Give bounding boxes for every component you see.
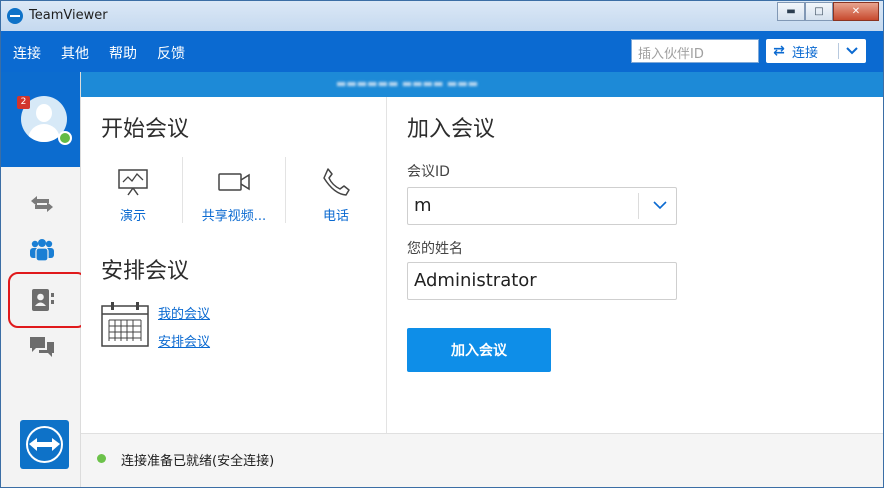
- teamviewer-logo-icon: [7, 8, 23, 24]
- status-bar: 连接准备已就绪(安全连接): [81, 433, 883, 487]
- chevron-down-icon[interactable]: [648, 192, 672, 218]
- your-name-label: 您的姓名: [407, 241, 463, 257]
- your-name-input[interactable]: Administrator: [407, 262, 677, 300]
- connect-label: 连接: [792, 45, 819, 61]
- notification-badge: 2: [17, 96, 30, 109]
- online-status-icon: [58, 131, 72, 145]
- presentation-action[interactable]: 演示: [85, 165, 181, 224]
- menu-bar: 连接 其他 帮助 反馈 插入伙伴ID ⇄ 连接: [1, 31, 883, 72]
- divider: [285, 157, 286, 223]
- meeting-icon[interactable]: [27, 238, 57, 262]
- schedule-title: 安排会议: [101, 259, 190, 284]
- menu-item-feedback[interactable]: 反馈: [157, 43, 185, 63]
- remote-control-icon[interactable]: [27, 192, 57, 216]
- menu-item-connect[interactable]: 连接: [13, 43, 41, 63]
- chevron-down-icon[interactable]: [839, 45, 865, 58]
- start-meeting-panel: 开始会议 演示 共享视频... 电话 安排会议 我的会议 安排会议: [81, 97, 387, 433]
- meeting-id-label: 会议ID: [407, 164, 450, 180]
- join-meeting-title: 加入会议: [407, 117, 496, 142]
- presentation-label: 演示: [119, 209, 146, 224]
- meeting-id-value: m: [414, 195, 432, 216]
- connect-button[interactable]: ⇄ 连接: [766, 39, 866, 63]
- sidebar: 2: [1, 72, 87, 487]
- close-button[interactable]: ✕: [833, 2, 879, 21]
- join-meeting-panel: 加入会议 会议ID m 您的姓名 Administrator 加入会议: [387, 97, 883, 433]
- minimize-button[interactable]: ▬: [777, 2, 805, 21]
- phone-action[interactable]: 电话: [288, 165, 384, 224]
- phone-icon: [288, 165, 384, 199]
- title-bar: TeamViewer ▬ □ ✕: [1, 1, 883, 31]
- join-meeting-button[interactable]: 加入会议: [407, 328, 551, 372]
- menu-item-help[interactable]: 帮助: [109, 43, 137, 63]
- status-text: 连接准备已就绪(安全连接): [121, 454, 275, 469]
- menu-item-other[interactable]: 其他: [61, 43, 89, 63]
- window-title: TeamViewer: [29, 8, 108, 23]
- combo-divider: [638, 193, 639, 219]
- swap-arrows-icon: ⇄: [773, 43, 785, 59]
- schedule-meeting-link[interactable]: 安排会议: [158, 331, 210, 350]
- meeting-id-combobox[interactable]: m: [407, 187, 677, 225]
- maximize-button[interactable]: □: [805, 2, 833, 21]
- phone-label: 电话: [322, 209, 349, 224]
- chat-icon[interactable]: [27, 335, 57, 359]
- ready-status-icon: [97, 454, 106, 463]
- share-video-label: 共享视频...: [201, 209, 267, 224]
- teamviewer-window: TeamViewer ▬ □ ✕ 连接 其他 帮助 反馈 插入伙伴ID ⇄ 连接: [0, 0, 884, 488]
- teamviewer-brand-icon: [20, 420, 69, 469]
- share-video-action[interactable]: 共享视频...: [186, 165, 282, 224]
- my-meetings-link[interactable]: 我的会议: [158, 303, 210, 322]
- presentation-icon: [85, 165, 181, 199]
- window-controls: ▬ □ ✕: [777, 2, 879, 21]
- video-icon: [186, 165, 282, 199]
- account-banner: ▬▬▬▬▬▬ ▬▬▬▬ ▬▬▬: [81, 72, 883, 97]
- divider: [182, 157, 183, 223]
- highlight-annotation: [8, 272, 87, 328]
- calendar-icon: [101, 301, 149, 347]
- start-meeting-title: 开始会议: [101, 117, 190, 142]
- partner-id-input[interactable]: 插入伙伴ID: [631, 39, 759, 63]
- banner-text: ▬▬▬▬▬▬ ▬▬▬▬ ▬▬▬: [336, 77, 479, 90]
- main-menu: 连接 其他 帮助 反馈: [13, 43, 205, 63]
